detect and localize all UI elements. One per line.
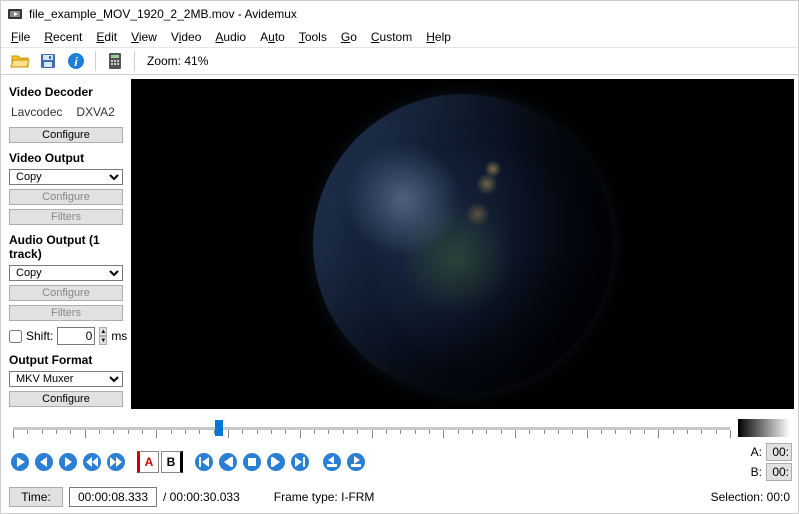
calculator-button[interactable] (102, 48, 128, 74)
marker-a-value: 00: (766, 443, 792, 461)
timeline[interactable] (9, 417, 790, 439)
goto-marker-b-button[interactable] (345, 451, 367, 473)
time-value-input[interactable] (69, 487, 157, 507)
toolbar-separator (95, 51, 96, 71)
marker-b-value: 00: (766, 463, 792, 481)
video-output-filters-button[interactable]: Filters (9, 209, 123, 225)
shift-checkbox[interactable] (9, 330, 22, 343)
marker-a-label: A: (746, 445, 762, 459)
timeline-gradient (738, 419, 790, 437)
menu-file[interactable]: File (5, 28, 36, 46)
next-frame-button[interactable] (57, 451, 79, 473)
app-icon (7, 6, 23, 22)
menu-view[interactable]: View (125, 28, 163, 46)
frame-type-label: Frame type: I-FRM (274, 490, 375, 504)
video-preview (131, 79, 794, 409)
menu-edit[interactable]: Edit (90, 28, 123, 46)
sidebar: Video Decoder LavcodecDXVA2 Configure Vi… (1, 75, 131, 413)
menu-help[interactable]: Help (420, 28, 457, 46)
status-row: Time: / 00:00:30.033 Frame type: I-FRM S… (9, 487, 790, 507)
next-keyframe-button[interactable] (105, 451, 127, 473)
menu-go[interactable]: Go (335, 28, 363, 46)
video-output-label: Video Output (9, 151, 123, 165)
toolbar: i Zoom: 41% (1, 47, 798, 75)
output-format-select[interactable]: MKV Muxer (9, 371, 123, 387)
audio-output-label: Audio Output (1 track) (9, 233, 123, 261)
menu-auto[interactable]: Auto (254, 28, 291, 46)
time-button[interactable]: Time: (9, 487, 63, 507)
shift-label: Shift: (26, 329, 53, 343)
prev-keyframe-button[interactable] (81, 451, 103, 473)
video-output-select[interactable]: Copy (9, 169, 123, 185)
goto-start-button[interactable] (193, 451, 215, 473)
open-button[interactable] (7, 48, 33, 74)
audio-output-select[interactable]: Copy (9, 265, 123, 281)
set-marker-a-button[interactable]: A (137, 451, 159, 473)
ab-markers-panel: A: 00: B: 00: (746, 443, 792, 481)
zoom-label: Zoom: 41% (147, 54, 208, 68)
shift-spinner[interactable]: ▲▼ (99, 327, 107, 345)
video-decoder-label: Video Decoder (9, 85, 123, 99)
main-area: Video Decoder LavcodecDXVA2 Configure Vi… (1, 75, 798, 413)
fwd-1min-button[interactable] (265, 451, 287, 473)
menu-recent[interactable]: Recent (38, 28, 88, 46)
timeline-ticks (13, 430, 730, 438)
bottom-panel: A B A: 00: B: 00: Time: / 00:00:30.033 Fra… (1, 413, 798, 513)
selection-label: Selection: 00:0 (711, 490, 790, 504)
video-frame-earth (313, 94, 613, 394)
output-format-label: Output Format (9, 353, 123, 367)
timeline-marker[interactable] (215, 420, 223, 436)
stop-button[interactable] (241, 451, 263, 473)
shift-row: Shift: ▲▼ ms (9, 327, 123, 345)
goto-end-button[interactable] (289, 451, 311, 473)
controls-row: A B A: 00: B: 00: (9, 443, 790, 481)
menu-tools[interactable]: Tools (293, 28, 333, 46)
shift-value-input[interactable] (57, 327, 95, 345)
marker-b-label: B: (746, 465, 762, 479)
goto-marker-a-button[interactable] (321, 451, 343, 473)
save-button[interactable] (35, 48, 61, 74)
info-button[interactable]: i (63, 48, 89, 74)
play-button[interactable] (9, 451, 31, 473)
back-1min-button[interactable] (217, 451, 239, 473)
menubar: File Recent Edit View Video Audio Auto T… (1, 27, 798, 47)
menu-video[interactable]: Video (165, 28, 208, 46)
video-output-configure-button[interactable]: Configure (9, 189, 123, 205)
video-decoder-codecs: LavcodecDXVA2 (11, 105, 123, 119)
set-marker-b-button[interactable]: B (161, 451, 183, 473)
audio-output-filters-button[interactable]: Filters (9, 305, 123, 321)
output-format-configure-button[interactable]: Configure (9, 391, 123, 407)
toolbar-separator-2 (134, 51, 135, 71)
video-decoder-configure-button[interactable]: Configure (9, 127, 123, 143)
shift-unit: ms (111, 329, 127, 343)
duration-label: / 00:00:30.033 (163, 490, 240, 504)
menu-audio[interactable]: Audio (209, 28, 252, 46)
titlebar: file_example_MOV_1920_2_2MB.mov - Avidem… (1, 1, 798, 27)
menu-custom[interactable]: Custom (365, 28, 418, 46)
window-title: file_example_MOV_1920_2_2MB.mov - Avidem… (29, 7, 297, 21)
audio-output-configure-button[interactable]: Configure (9, 285, 123, 301)
prev-frame-button[interactable] (33, 451, 55, 473)
